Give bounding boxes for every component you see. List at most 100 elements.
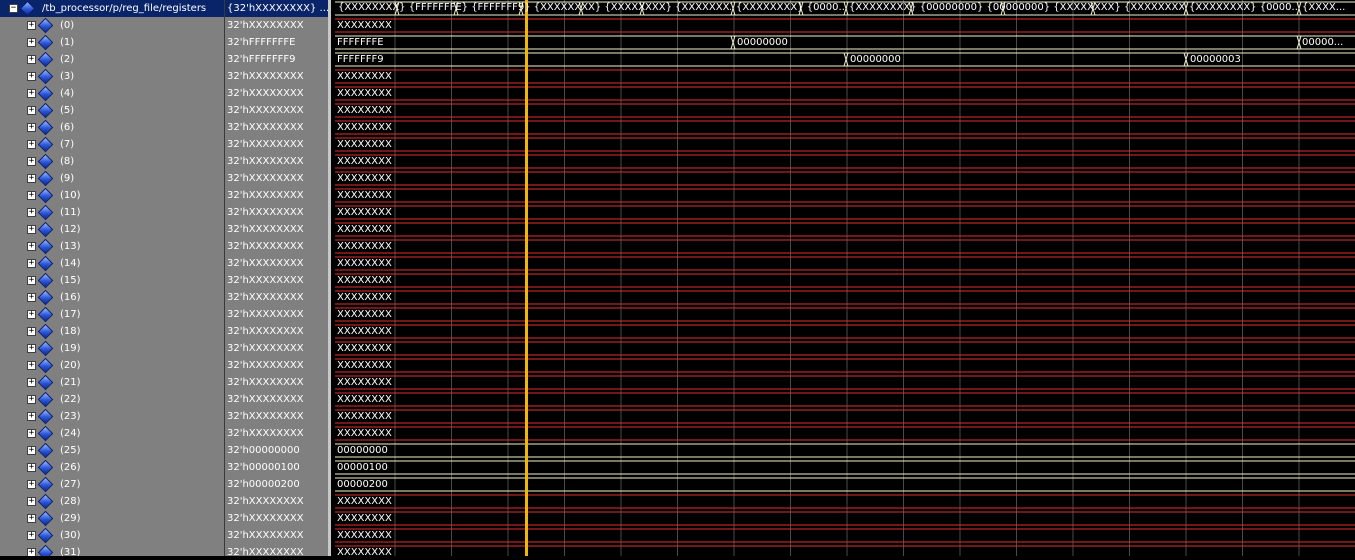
signal-row[interactable]: + (22)	[0, 391, 224, 408]
signal-name: (3)	[60, 71, 75, 82]
expand-toggle-icon[interactable]: +	[27, 310, 36, 319]
signal-diamond-icon	[37, 170, 54, 187]
signal-diamond-icon	[37, 51, 54, 68]
signal-row[interactable]: + (13)	[0, 238, 224, 255]
expand-toggle-icon[interactable]: +	[27, 548, 36, 556]
signal-row[interactable]: + (11)	[0, 204, 224, 221]
waveform-pane[interactable]: {XXXXXXXX} {FFFFFFFE} {FFFFFFF9} {XXXXXX…	[331, 0, 1355, 560]
signal-diamond-icon	[37, 391, 54, 408]
expand-toggle-icon[interactable]: +	[27, 191, 36, 200]
signal-row[interactable]: + (3)	[0, 68, 224, 85]
signal-row[interactable]: + (23)	[0, 408, 224, 425]
expand-toggle-icon[interactable]: +	[27, 480, 36, 489]
signal-row[interactable]: + (21)	[0, 374, 224, 391]
expand-toggle-icon[interactable]: +	[27, 276, 36, 285]
signal-diamond-icon	[37, 102, 54, 119]
expand-toggle-icon[interactable]: +	[27, 463, 36, 472]
expand-toggle-icon[interactable]: +	[27, 123, 36, 132]
expand-toggle-icon[interactable]: +	[27, 361, 36, 370]
expand-toggle-icon[interactable]: +	[27, 497, 36, 506]
signal-row[interactable]: + (12)	[0, 221, 224, 238]
signal-row[interactable]: + (6)	[0, 119, 224, 136]
expand-toggle-icon[interactable]: +	[27, 21, 36, 30]
expand-toggle-icon[interactable]: +	[27, 89, 36, 98]
expand-toggle-icon[interactable]: +	[27, 225, 36, 234]
signal-diamond-icon	[37, 289, 54, 306]
time-cursor[interactable]	[525, 0, 528, 556]
signal-name: (21)	[60, 377, 81, 388]
signal-name: (31)	[60, 547, 81, 556]
expand-toggle-icon[interactable]: +	[27, 514, 36, 523]
signal-row[interactable]: + (5)	[0, 102, 224, 119]
signal-row[interactable]: + (8)	[0, 153, 224, 170]
waveform-value-label: FFFFFFFE	[337, 37, 384, 48]
signal-name: (12)	[60, 224, 81, 235]
waveform-value-label: XXXXXXXX	[337, 190, 392, 201]
expand-toggle-icon[interactable]: +	[27, 106, 36, 115]
signal-name: (13)	[60, 241, 81, 252]
signal-row[interactable]: + (10)	[0, 187, 224, 204]
signal-row[interactable]: + (29)	[0, 510, 224, 527]
signal-row[interactable]: + (24)	[0, 425, 224, 442]
signal-row[interactable]: + (19)	[0, 340, 224, 357]
waveform-canvas[interactable]	[331, 0, 1355, 560]
collapse-toggle-icon[interactable]: −	[9, 4, 18, 13]
expand-toggle-icon[interactable]: +	[27, 140, 36, 149]
signal-row[interactable]: + (25)	[0, 442, 224, 459]
waveform-value-label: XXXXXXXX	[337, 513, 392, 524]
pane-divider[interactable]	[224, 0, 225, 556]
signal-row[interactable]: + (27)	[0, 476, 224, 493]
signal-value: 32'hXXXXXXXX	[227, 173, 304, 184]
expand-toggle-icon[interactable]: +	[27, 174, 36, 183]
signal-diamond-icon	[37, 510, 54, 527]
signal-row[interactable]: + (20)	[0, 357, 224, 374]
signal-diamond-icon	[37, 476, 54, 493]
expand-toggle-icon[interactable]: +	[27, 208, 36, 217]
signal-row[interactable]: + (1)	[0, 34, 224, 51]
waveform-root-label: {XXXXXXXX} {00000000} {00000000} {XXXXXX…	[849, 2, 1184, 13]
expand-toggle-icon[interactable]: +	[27, 395, 36, 404]
signal-value: 32'hXXXXXXXX	[227, 428, 304, 439]
expand-toggle-icon[interactable]: +	[27, 242, 36, 251]
signal-row[interactable]: + (0)	[0, 17, 224, 34]
signal-diamond-icon	[37, 34, 54, 51]
expand-toggle-icon[interactable]: +	[27, 327, 36, 336]
signal-row[interactable]: + (28)	[0, 493, 224, 510]
signal-diamond-icon	[37, 493, 54, 510]
expand-toggle-icon[interactable]: +	[27, 157, 36, 166]
waveform-value-label: XXXXXXXX	[337, 360, 392, 371]
signal-diamond-icon	[37, 85, 54, 102]
expand-toggle-icon[interactable]: +	[27, 293, 36, 302]
signal-row[interactable]: + (7)	[0, 136, 224, 153]
expand-toggle-icon[interactable]: +	[27, 344, 36, 353]
expand-toggle-icon[interactable]: +	[27, 531, 36, 540]
expand-toggle-icon[interactable]: +	[27, 412, 36, 421]
signal-row[interactable]: + (4)	[0, 85, 224, 102]
signal-value: 32'hXXXXXXXX	[227, 224, 304, 235]
expand-toggle-icon[interactable]: +	[27, 378, 36, 387]
signal-row[interactable]: + (16)	[0, 289, 224, 306]
waveform-value-label: XXXXXXXX	[337, 326, 392, 337]
signal-name: (17)	[60, 309, 81, 320]
signal-row[interactable]: + (30)	[0, 527, 224, 544]
signal-row[interactable]: + (17)	[0, 306, 224, 323]
expand-toggle-icon[interactable]: +	[27, 38, 36, 47]
signal-row[interactable]: + (31)	[0, 544, 224, 556]
signal-row[interactable]: + (18)	[0, 323, 224, 340]
waveform-value-label: 00000003	[1190, 54, 1241, 65]
waveform-value-label: 00000200	[337, 479, 388, 490]
expand-toggle-icon[interactable]: +	[27, 446, 36, 455]
expand-toggle-icon[interactable]: +	[27, 429, 36, 438]
signal-row[interactable]: + (9)	[0, 170, 224, 187]
signal-row[interactable]: + (26)	[0, 459, 224, 476]
signal-row[interactable]: + (15)	[0, 272, 224, 289]
expand-toggle-icon[interactable]: +	[27, 259, 36, 268]
signal-row-root[interactable]: − /tb_processor/p/reg_file/registers	[0, 0, 224, 17]
signal-name: (23)	[60, 411, 81, 422]
expand-toggle-icon[interactable]: +	[27, 55, 36, 64]
signal-name: (15)	[60, 275, 81, 286]
expand-toggle-icon[interactable]: +	[27, 72, 36, 81]
signal-row[interactable]: + (2)	[0, 51, 224, 68]
signal-row[interactable]: + (14)	[0, 255, 224, 272]
waveform-value-label: 00000000	[850, 54, 901, 65]
